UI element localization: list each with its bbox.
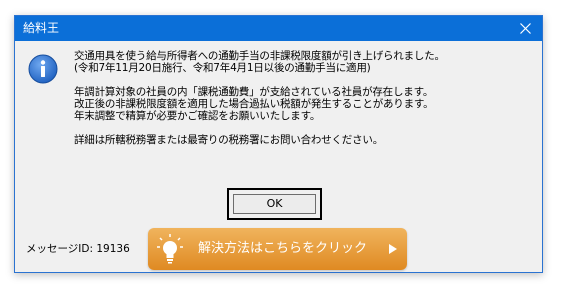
message-dialog: 給料王 交通用具を使う給与所得者への通勤手当の非課税限度額が引き上げられました。… [14, 15, 543, 273]
message-line: 詳細は所轄税務署または最寄りの税務署にお問い合わせください。 [74, 134, 383, 146]
ok-button-focus-ring: OK [227, 188, 322, 220]
message-line: 年末調整で精算が必要かご確認をお願いいたします。 [74, 110, 321, 122]
help-solution-button[interactable]: 解決方法はこちらをクリック [148, 228, 407, 270]
help-button-label: 解決方法はこちらをクリック [198, 241, 368, 256]
close-button[interactable] [508, 16, 542, 41]
message-line: 改正後の非課税限度額を適用した場合過払い税額が発生することがあります。 [74, 98, 434, 110]
message-line: 交通用具を使う給与所得者への通勤手当の非課税限度額が引き上げられました。 [74, 50, 445, 62]
ok-button[interactable]: OK [233, 194, 316, 214]
close-icon [519, 23, 531, 34]
message-text: 交通用具を使う給与所得者への通勤手当の非課税限度額が引き上げられました。 (令和… [74, 50, 534, 146]
arrow-right-icon [389, 244, 397, 254]
message-line: 年調計算対象の社員の内「課税通勤費」が支給されている社員が存在します。 [74, 86, 434, 98]
message-id: メッセージID: 19136 [26, 243, 130, 255]
message-line: (令和7年11月20日施行、令和7年4月1日以後の通勤手当に適用) [74, 62, 371, 74]
window-title: 給料王 [23, 21, 60, 35]
title-bar[interactable]: 給料王 [15, 16, 542, 41]
lightbulb-icon [157, 234, 183, 264]
info-icon [28, 54, 58, 84]
